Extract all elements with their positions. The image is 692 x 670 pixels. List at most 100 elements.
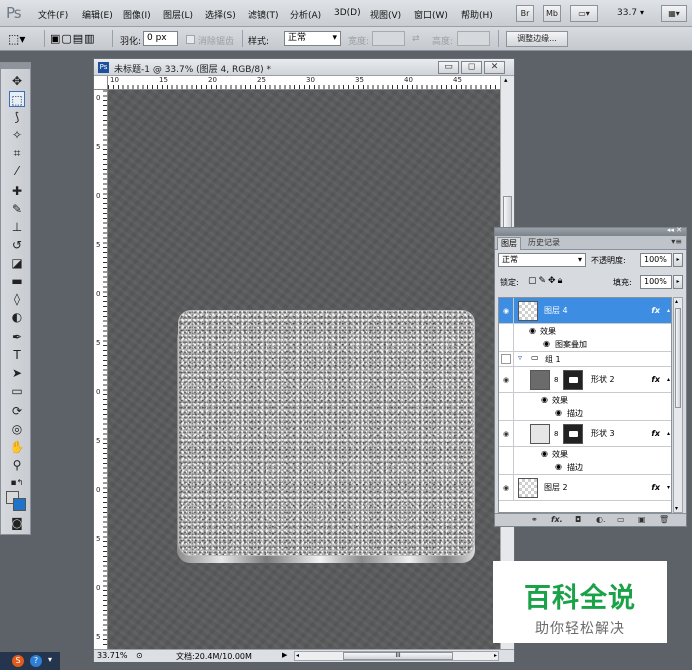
quick-select-tool-icon[interactable]: ✧ [9, 127, 25, 143]
tab-history[interactable]: 历史记录 [525, 237, 563, 250]
eyedropper-tool-icon[interactable]: ⁄ [9, 163, 25, 179]
style-select[interactable]: 正常 ▾ [284, 31, 341, 46]
zoom-dropdown-icon[interactable]: ▾ [640, 8, 644, 17]
gradient-tool-icon[interactable]: ▬ [9, 273, 25, 289]
lock-icons[interactable]: ▢✎✥🔒︎ [528, 276, 564, 286]
scroll-up-icon[interactable]: ▴ [675, 298, 678, 305]
ruler-left[interactable]: 0 5 0 5 0 5 0 5 0 5 0 5 [94, 90, 108, 650]
shape-tool-icon[interactable]: ▭ [9, 383, 25, 399]
clone-stamp-tool-icon[interactable]: ⊥ [9, 219, 25, 235]
3d-orbit-tool-icon[interactable]: ◎ [9, 421, 25, 437]
document-titlebar[interactable]: Ps 未标题-1 @ 33.7% (图层 4, RGB/8) * ▭ ◻ ✕ [94, 59, 514, 76]
collapse-icon[interactable]: ◂◂ ✕ [667, 226, 682, 234]
lasso-tool-icon[interactable]: ⟆ [9, 109, 25, 125]
menu-filter[interactable]: 滤镜(T) [248, 8, 279, 21]
path-select-tool-icon[interactable]: ➤ [9, 365, 25, 381]
scroll-up-icon[interactable]: ▴ [504, 76, 508, 84]
effect-eye-icon[interactable]: ◉ [555, 408, 562, 417]
effect-eye-icon[interactable]: ◉ [555, 462, 562, 471]
group-row[interactable]: ▿ ▭ 组 1 [499, 352, 671, 367]
menu-analysis[interactable]: 分析(A) [290, 8, 321, 21]
crop-tool-icon[interactable]: ⌗ [9, 145, 25, 161]
opacity-slider-button[interactable]: ▸ [673, 253, 683, 267]
feather-input[interactable]: 0 px [143, 31, 178, 46]
link-layers-icon[interactable]: ⚭ [531, 514, 538, 526]
eye-icon[interactable]: ◉ [501, 375, 511, 385]
effects-row[interactable]: ◉ 效果 ◉ 图案叠加 [499, 324, 671, 352]
minimize-button[interactable]: ▭ [438, 61, 459, 74]
menu-3d[interactable]: 3D(D) [334, 8, 361, 18]
bridge-button[interactable]: Br [516, 5, 534, 22]
mini-bridge-button[interactable]: Mb [543, 5, 561, 22]
menu-window[interactable]: 窗口(W) [414, 8, 448, 21]
zoom-tool-icon[interactable]: ⚲ [9, 457, 25, 473]
input-method-icon[interactable]: S [12, 655, 24, 667]
antialias-checkbox[interactable] [186, 35, 195, 44]
swap-colors-icon[interactable]: ◾↰ [9, 475, 25, 491]
tray-arrow-icon[interactable]: ▾ [48, 655, 52, 664]
tab-layers[interactable]: 图层 [497, 237, 521, 250]
width-input[interactable] [372, 31, 405, 46]
layers-scrollbar[interactable]: ▴ ▾ [673, 297, 683, 513]
canvas[interactable] [108, 90, 500, 650]
history-brush-tool-icon[interactable]: ↺ [9, 237, 25, 253]
fill-input[interactable]: 100% [640, 275, 672, 289]
new-layer-icon[interactable]: ▣ [638, 514, 646, 526]
layer-row[interactable]: ◉ 图层 4 fx ▴ [499, 298, 671, 324]
eraser-tool-icon[interactable]: ◪ [9, 255, 25, 271]
close-button[interactable]: ✕ [484, 61, 505, 74]
marquee-tool-icon[interactable]: ⬚ [9, 91, 25, 107]
expand-effects-icon[interactable]: ▴ [667, 429, 670, 439]
opacity-input[interactable]: 100% [640, 253, 672, 267]
status-zoom[interactable]: 33.71% [97, 651, 128, 660]
expand-effects-icon[interactable]: ▾ [667, 483, 670, 493]
effects-eye-icon[interactable]: ◉ [529, 326, 536, 335]
toolbox-grip[interactable] [1, 63, 30, 69]
horizontal-scroll-thumb[interactable]: III [343, 652, 453, 660]
eye-icon[interactable]: ◉ [501, 483, 511, 493]
fill-slider-button[interactable]: ▸ [673, 275, 683, 289]
adjustment-layer-icon[interactable]: ◐. [596, 514, 606, 526]
panel-titlebar[interactable]: ◂◂ ✕ [495, 226, 686, 236]
layers-scroll-thumb[interactable] [675, 308, 681, 408]
height-input[interactable] [457, 31, 490, 46]
move-tool-icon[interactable]: ✥ [9, 73, 25, 89]
effects-eye-icon[interactable]: ◉ [541, 449, 548, 458]
group-expand-icon[interactable]: ▿ [518, 353, 522, 362]
effects-row[interactable]: ◉ 效果 ◉ 描边 [499, 393, 671, 421]
blend-mode-select[interactable]: 正常 ▾ [498, 253, 586, 267]
scroll-right-icon[interactable]: ▸ [494, 652, 497, 660]
menu-image[interactable]: 图像(I) [123, 8, 151, 21]
ruler-origin[interactable] [94, 76, 108, 90]
horizontal-scrollbar[interactable]: ◂ III ▸ [294, 651, 499, 661]
healing-brush-tool-icon[interactable]: ✚ [9, 183, 25, 199]
pen-tool-icon[interactable]: ✒ [9, 329, 25, 345]
background-color-swatch[interactable] [13, 498, 26, 511]
menu-layer[interactable]: 图层(L) [163, 8, 193, 21]
zoom-level[interactable]: 33.7 [617, 8, 637, 18]
swap-icon[interactable]: ⇄ [412, 34, 420, 44]
marquee-preset-icon[interactable]: ⬚▾ [8, 32, 25, 46]
layer-row[interactable]: ◉ 图层 2 fx ▾ [499, 475, 671, 501]
blur-tool-icon[interactable]: ◊ [9, 291, 25, 307]
eye-icon[interactable]: ◉ [501, 306, 511, 316]
restore-button[interactable]: ◻ [461, 61, 482, 74]
ruler-top[interactable]: 10 15 20 25 30 35 40 45 [108, 76, 500, 90]
type-tool-icon[interactable]: T [9, 347, 25, 363]
menu-edit[interactable]: 编辑(E) [82, 8, 113, 21]
menu-select[interactable]: 选择(S) [205, 8, 236, 21]
panel-menu-icon[interactable]: ▾≡ [671, 237, 682, 246]
menu-view[interactable]: 视图(V) [370, 8, 401, 21]
expand-effects-icon[interactable]: ▴ [667, 375, 670, 385]
status-menu-arrow-icon[interactable]: ▶ [282, 651, 287, 659]
brush-tool-icon[interactable]: ✎ [9, 201, 25, 217]
granite-plate-layer[interactable] [178, 310, 475, 556]
scroll-left-icon[interactable]: ◂ [296, 652, 299, 660]
delete-layer-icon[interactable]: 🗑︎ [659, 514, 669, 526]
add-style-icon[interactable]: fx. [551, 514, 563, 526]
effect-eye-icon[interactable]: ◉ [543, 339, 550, 348]
quick-mask-icon[interactable]: ◙ [9, 515, 25, 531]
menu-help[interactable]: 帮助(H) [461, 8, 493, 21]
hand-tool-icon[interactable]: ✋ [9, 439, 25, 455]
menu-file[interactable]: 文件(F) [38, 8, 68, 21]
